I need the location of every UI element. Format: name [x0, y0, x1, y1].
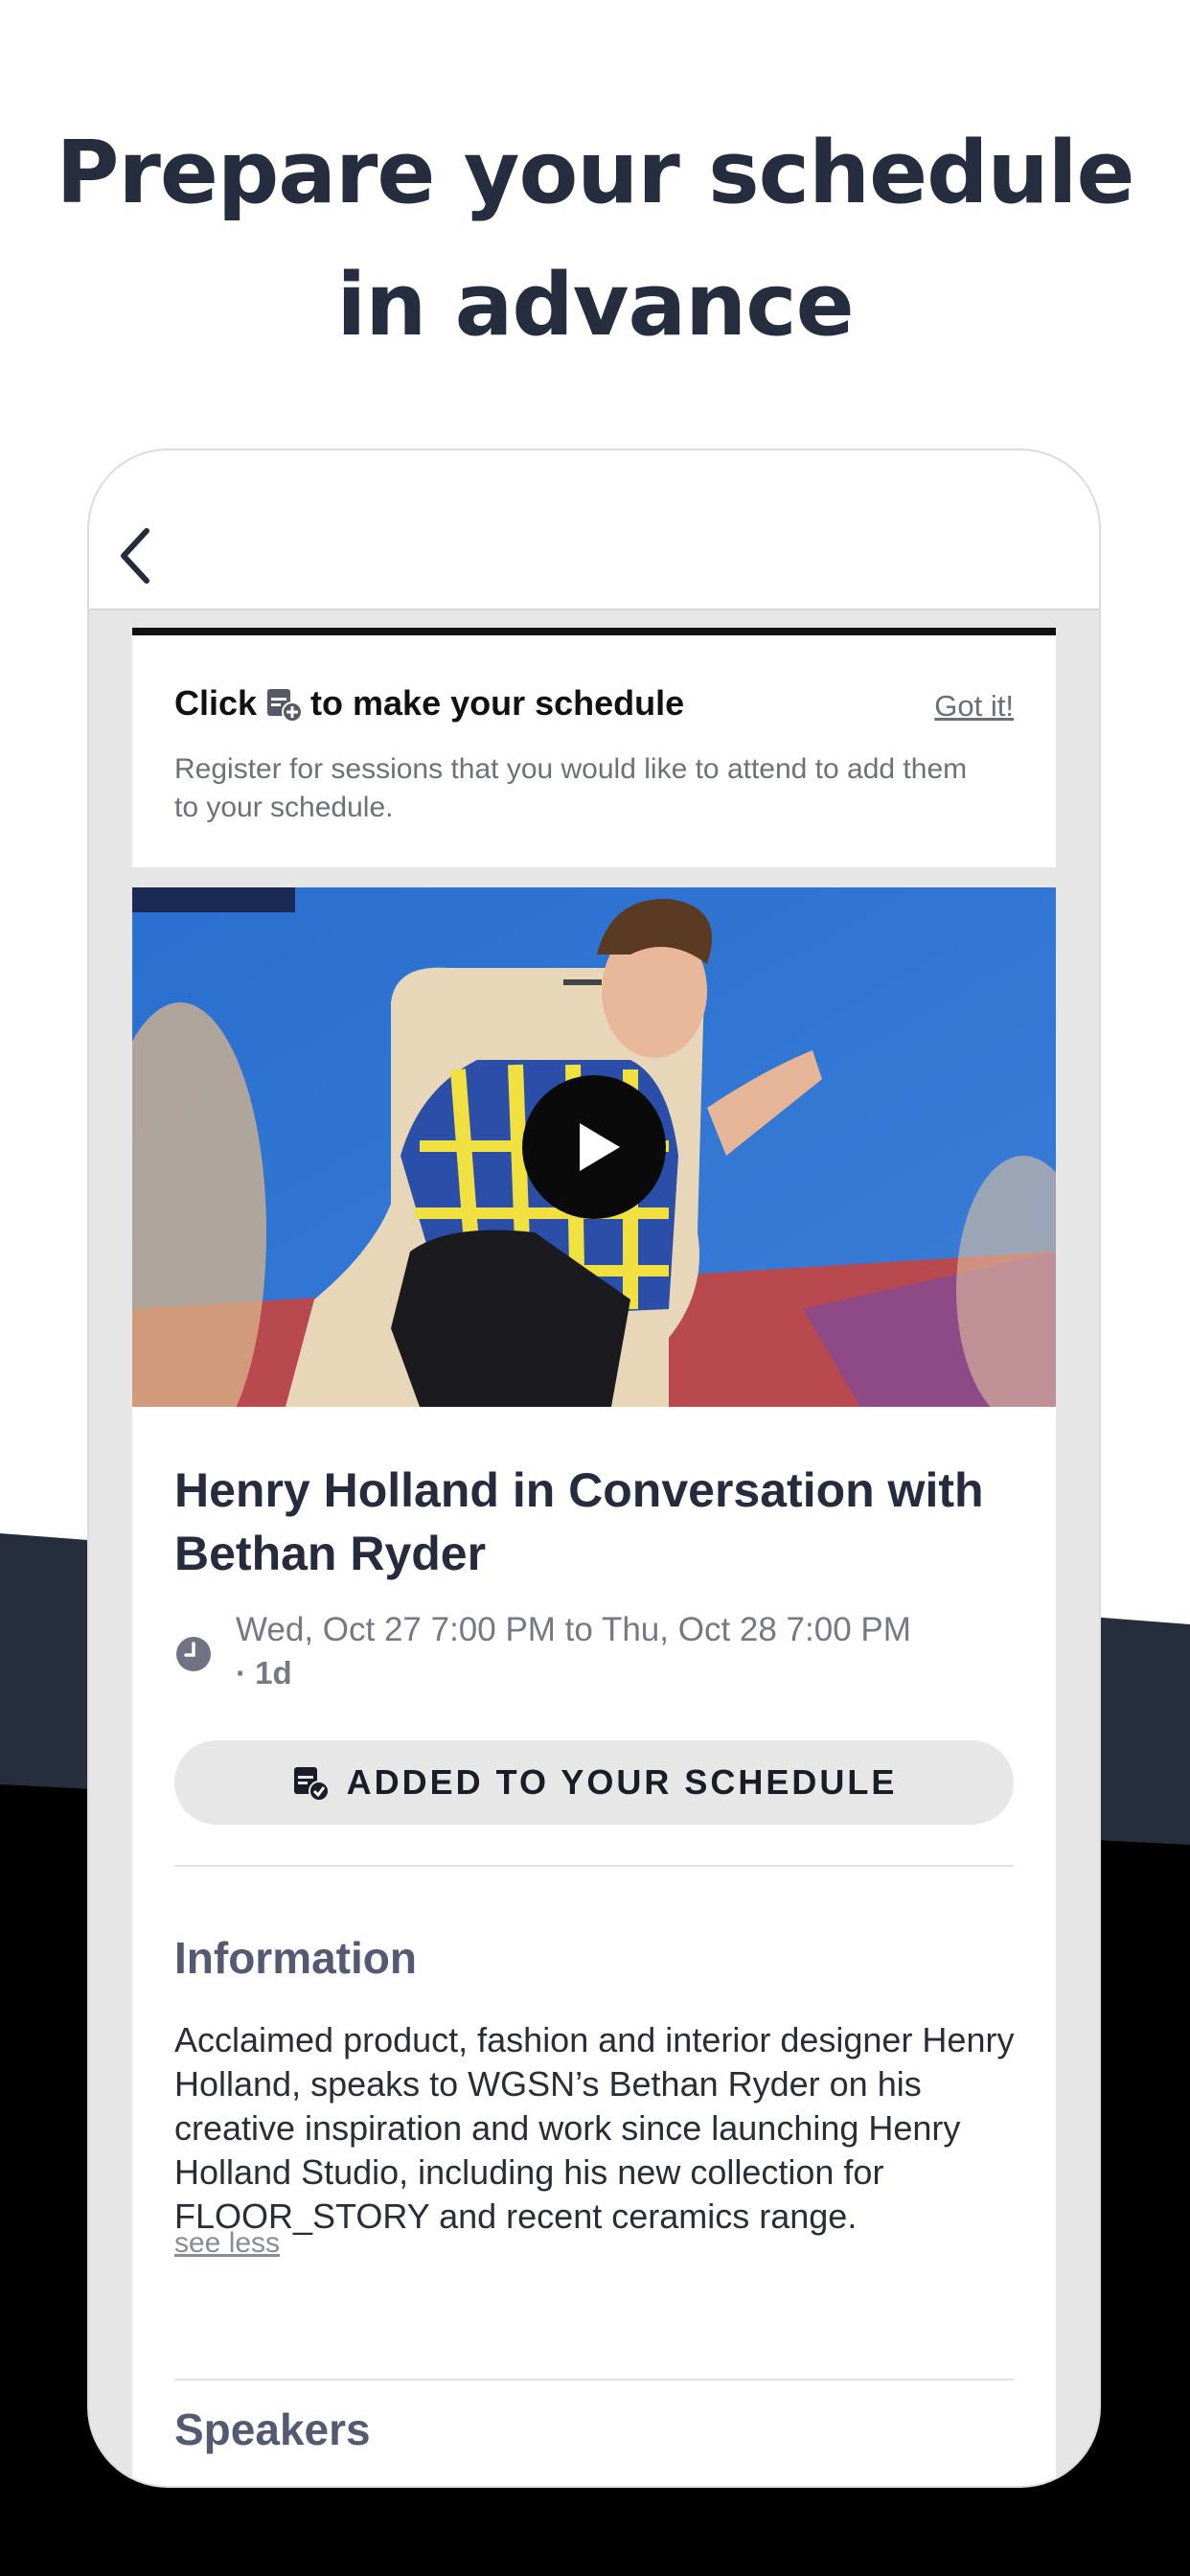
session-details: Henry Holland in Conversation with Betha… — [132, 1407, 1056, 2486]
session-duration: · 1d — [236, 1655, 292, 1690]
divider — [174, 1865, 1014, 1867]
calendar-add-icon — [267, 689, 304, 723]
tip-description: Register for sessions that you would lik… — [174, 753, 968, 823]
session-title: Henry Holland in Conversation with Betha… — [174, 1463, 984, 1580]
schedule-tip-card: Click to make your schedule Got it! Regi… — [132, 635, 1056, 867]
added-to-schedule-button[interactable]: ADDED TO YOUR SCHEDULE — [174, 1740, 1014, 1825]
page-headline: Prepare your schedule in advance — [56, 123, 1134, 356]
session-time-text: Wed, Oct 27 7:00 PM to Thu, Oct 28 7:00 … — [236, 1608, 1031, 1694]
calendar-check-icon — [293, 1767, 330, 1802]
session-video[interactable] — [132, 887, 1056, 1407]
play-icon — [580, 1123, 620, 1171]
back-button[interactable] — [106, 518, 164, 594]
session-date-range: Wed, Oct 27 7:00 PM to Thu, Oct 28 7:00 … — [236, 1611, 911, 1648]
divider — [174, 2379, 1014, 2380]
app-header — [89, 450, 1099, 610]
tip-title-prefix: Click — [174, 683, 258, 723]
see-less-link[interactable]: see less — [174, 2227, 280, 2260]
tip-title: Click to make your schedule — [174, 683, 684, 724]
play-button[interactable] — [522, 1075, 666, 1219]
phone-frame: Click to make your schedule Got it! Regi… — [89, 450, 1099, 2486]
got-it-link[interactable]: Got it! — [934, 689, 1014, 724]
clock-icon — [176, 1637, 211, 1671]
speakers-heading: Speakers — [174, 2404, 371, 2454]
added-to-schedule-label: ADDED TO YOUR SCHEDULE — [346, 1762, 898, 1802]
chevron-left-icon — [121, 528, 149, 584]
information-heading: Information — [174, 1933, 417, 1983]
information-text: Acclaimed product, fashion and interior … — [174, 2020, 1015, 2236]
card-top-strip — [132, 628, 1056, 635]
tip-title-suffix: to make your schedule — [310, 683, 685, 723]
